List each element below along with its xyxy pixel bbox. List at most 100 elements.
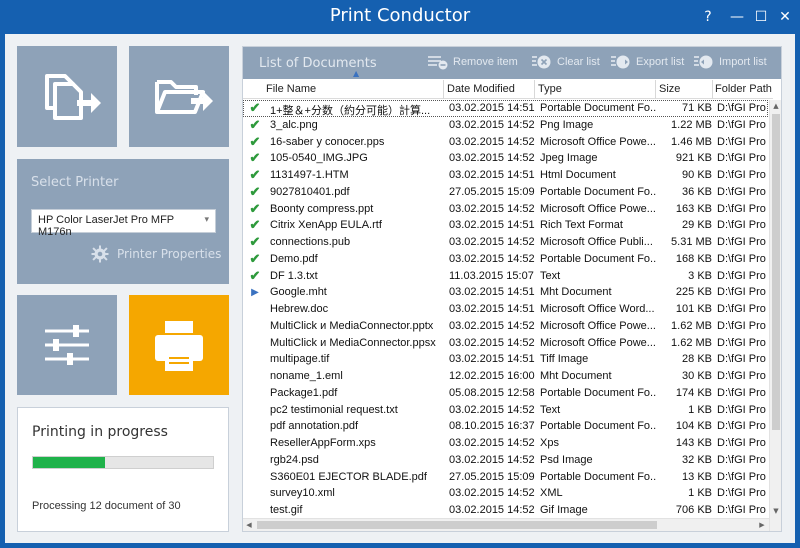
cell-date-modified: 03.02.2015 14:52 — [449, 319, 535, 332]
cell-file-name: 105-0540_IMG.JPG — [270, 152, 368, 165]
sort-ascending-icon: ▲ — [353, 69, 360, 78]
print-button[interactable] — [129, 295, 229, 395]
table-row[interactable]: ✔ 3_alc.png 03.02.2015 14:52 Png Image 1.22 … — [243, 117, 768, 134]
progress-fill — [33, 457, 105, 468]
check-icon: ✔ — [249, 200, 261, 216]
column-folder-path[interactable]: Folder Path — [715, 83, 772, 99]
table-row[interactable]: ✔ 105-0540_IMG.JPG 03.02.2015 14:52 Jpeg Im… — [243, 150, 768, 167]
scroll-left-icon[interactable]: ◀ — [243, 519, 255, 531]
cell-size: 13 KB — [682, 470, 712, 483]
check-icon: ✔ — [249, 133, 261, 149]
cell-folder-path: D:\fGI Pro — [717, 236, 766, 248]
table-row[interactable]: ▶ Google.mht 03.02.2015 14:51 Mht Document 2… — [243, 284, 768, 301]
table-row[interactable]: ✔ 1131497-1.HTM 03.02.2015 14:51 Html Docum… — [243, 167, 768, 184]
settings-button[interactable] — [17, 295, 117, 395]
cell-date-modified: 03.02.2015 14:51 — [449, 219, 535, 232]
table-row[interactable]: ✔ DF 1.3.txt 11.03.2015 15:07 Text 3 KB D:\fG… — [243, 268, 768, 285]
column-size[interactable]: Size — [659, 83, 680, 99]
printer-icon — [155, 321, 203, 371]
cell-date-modified: 11.03.2015 15:07 — [449, 269, 534, 282]
cell-file-name: Demo.pdf — [270, 252, 318, 265]
minimize-button[interactable]: — — [726, 6, 748, 28]
cell-file-name: pc2 testimonial request.txt — [270, 403, 398, 416]
printer-properties-label: Printer Properties — [117, 247, 222, 261]
scroll-up-icon[interactable]: ▲ — [770, 100, 781, 112]
table-row[interactable]: pc2 testimonial request.txt 03.02.2015 14… — [243, 402, 768, 419]
cell-type: Text — [540, 403, 561, 416]
table-row[interactable]: MultiClick и MediaConnector.pptx 03.02.20… — [243, 318, 768, 335]
table-row[interactable]: ResellerAppForm.xps 03.02.2015 14:52 Xps 14… — [243, 435, 768, 452]
maximize-button[interactable]: ☐ — [750, 6, 772, 28]
cell-folder-path: D:\fGI Pro — [717, 470, 766, 483]
add-folder-button[interactable] — [129, 46, 229, 147]
import-list-label: Import list — [719, 56, 767, 68]
table-row[interactable]: ✔ connections.pub 03.02.2015 14:52 Microsof… — [243, 234, 768, 251]
cell-date-modified: 03.02.2015 14:52 — [449, 336, 535, 349]
table-row[interactable]: S360E01 EJECTOR BLADE.pdf 27.05.2015 15:0… — [243, 469, 768, 486]
horizontal-scrollbar[interactable]: ◀ ▶ — [243, 518, 769, 531]
scroll-down-icon[interactable]: ▼ — [770, 505, 781, 517]
cell-file-name: 16-saber y conocer.pps — [270, 135, 385, 148]
cell-file-name: 9027810401.pdf — [270, 185, 350, 198]
export-list-button[interactable]: Export list — [610, 54, 684, 70]
remove-item-icon — [428, 56, 448, 70]
cell-file-name: test.gif — [270, 504, 303, 516]
table-row[interactable]: Hebrew.doc 03.02.2015 14:51 Microsoft Offi… — [243, 301, 768, 318]
scroll-right-icon[interactable]: ▶ — [756, 519, 768, 531]
cell-type: Portable Document Fo... — [540, 470, 656, 483]
table-row[interactable]: survey10.xml 03.02.2015 14:52 XML 1 KB D:\fG… — [243, 485, 768, 502]
close-button[interactable]: ✕ — [774, 6, 796, 28]
table-row[interactable]: pdf annotation.pdf 08.10.2015 16:37 Portab… — [243, 418, 768, 435]
document-list-panel: List of Documents ▲ Remove item Clear li… — [242, 46, 782, 532]
table-row[interactable]: noname_1.eml 12.02.2015 16:00 Mht Document… — [243, 368, 768, 385]
column-file-name[interactable]: File Name — [266, 83, 316, 99]
remove-item-button[interactable]: Remove item — [427, 54, 518, 70]
cell-folder-path: D:\fGI Pro — [717, 202, 766, 215]
table-row[interactable]: rgb24.psd 03.02.2015 14:52 Psd Image 32 KB D… — [243, 452, 768, 469]
column-date-modified[interactable]: Date Modified — [447, 83, 515, 99]
check-icon: ✔ — [249, 116, 261, 132]
cell-date-modified: 27.05.2015 15:09 — [449, 470, 535, 483]
printer-properties-button[interactable]: Printer Properties — [91, 245, 221, 263]
app-window: Print Conductor ? — ☐ ✕ Select Printer H… — [0, 0, 800, 548]
import-list-button[interactable]: Import list — [693, 54, 767, 70]
add-folder-icon — [155, 80, 213, 114]
cell-file-name: multipage.tif — [270, 353, 330, 366]
help-button[interactable]: ? — [697, 6, 719, 28]
table-row[interactable]: MultiClick и MediaConnector.ppsx 03.02.20… — [243, 335, 768, 352]
table-row[interactable]: ✔ Boonty compress.ppt 03.02.2015 14:52 Micr… — [243, 201, 768, 218]
table-row[interactable]: ✔ 16-saber y conocer.pps 03.02.2015 14:52 M… — [243, 134, 768, 151]
table-row[interactable]: ✔ 1+整＆+分数（約分可能）計算... 03.02.2015 14:51 Porta… — [243, 100, 768, 117]
list-header: List of Documents ▲ Remove item Clear li… — [243, 47, 781, 79]
printer-dropdown[interactable]: HP Color LaserJet Pro MFP M176n ▾ — [31, 209, 216, 238]
vertical-scrollbar[interactable]: ▲ ▼ — [769, 100, 781, 531]
cell-type: Portable Document Fo... — [540, 185, 656, 198]
add-files-button[interactable] — [17, 46, 117, 147]
cell-size: 1.22 MB — [671, 118, 712, 131]
clear-list-label: Clear list — [557, 56, 600, 68]
table-row[interactable]: test.gif 03.02.2015 14:52 Gif Image 706 KB D… — [243, 502, 768, 519]
vertical-scroll-thumb[interactable] — [772, 114, 780, 430]
column-type[interactable]: Type — [538, 83, 562, 99]
table-row[interactable]: Package1.pdf 05.08.2015 12:58 Portable Doc… — [243, 385, 768, 402]
cell-folder-path: D:\fGI Pro — [717, 118, 766, 131]
cell-type: Mht Document — [540, 370, 612, 382]
table-row[interactable]: ✔ Demo.pdf 03.02.2015 14:52 Portable Docume… — [243, 251, 768, 268]
cell-file-name: S360E01 EJECTOR BLADE.pdf — [270, 470, 427, 483]
cell-date-modified: 27.05.2015 15:09 — [449, 185, 535, 198]
cell-type: Xps — [540, 437, 559, 449]
table-row[interactable]: ✔ 9027810401.pdf 27.05.2015 15:09 Portable … — [243, 184, 768, 201]
clear-list-button[interactable]: Clear list — [531, 54, 600, 70]
table-row[interactable]: ✔ Citrix XenApp EULA.rtf 03.02.2015 14:51 R… — [243, 217, 768, 234]
cell-file-name: 1131497-1.HTM — [270, 169, 349, 181]
horizontal-scroll-thumb[interactable] — [257, 521, 657, 529]
export-list-label: Export list — [636, 56, 685, 68]
cell-type: Microsoft Office Word... — [540, 303, 655, 315]
cell-size: 32 KB — [682, 453, 712, 466]
table-row[interactable]: multipage.tif 03.02.2015 14:51 Tiff Image 2… — [243, 351, 768, 368]
cell-file-name: Boonty compress.ppt — [270, 202, 374, 215]
cell-size: 29 KB — [682, 219, 712, 232]
check-icon: ✔ — [249, 217, 261, 233]
cell-file-name: DF 1.3.txt — [270, 269, 318, 282]
cell-type: Portable Document Fo... — [540, 420, 656, 433]
